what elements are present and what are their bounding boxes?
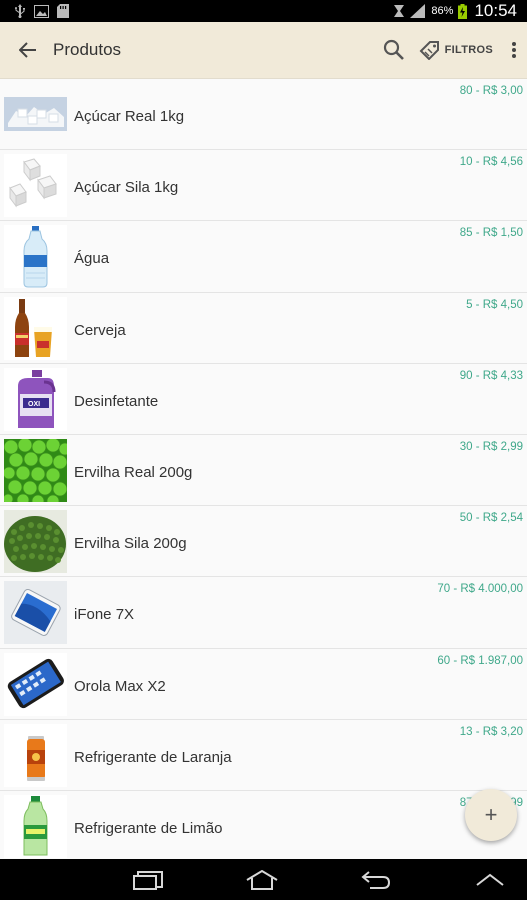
plus-icon: + bbox=[484, 802, 498, 827]
product-row[interactable]: Refrigerante de Laranja 13 - R$ 3,20 bbox=[0, 720, 527, 791]
battery-percent: 86% bbox=[431, 5, 454, 17]
arrow-left-icon bbox=[19, 42, 36, 58]
disinfectant-jug-image: OXI bbox=[4, 367, 67, 431]
add-product-button[interactable]: + bbox=[465, 789, 517, 841]
home-button[interactable] bbox=[232, 859, 292, 900]
product-name: Açúcar Real 1kg bbox=[74, 108, 185, 125]
product-name: Refrigerante de Limão bbox=[74, 819, 223, 837]
product-row[interactable]: Cerveja 5 - R$ 4,50 bbox=[0, 293, 527, 364]
product-row[interactable]: Orola Max X2 60 - R$ 1.987,00 bbox=[0, 649, 527, 720]
product-name: Orola Max X2 bbox=[74, 677, 166, 695]
product-row[interactable]: Açúcar Real 1kg 80 - R$ 3,00 bbox=[0, 79, 527, 151]
product-stock-price: 50 - R$ 2,54 bbox=[459, 512, 523, 525]
product-stock-price: 30 - R$ 2,99 bbox=[459, 440, 523, 453]
recent-apps-icon bbox=[133, 870, 163, 890]
product-stock-price: 60 - R$ 1.987,00 bbox=[437, 654, 523, 667]
back-nav-icon bbox=[361, 870, 391, 889]
overflow-menu-button[interactable] bbox=[501, 22, 527, 79]
product-stock-price: 13 - R$ 3,20 bbox=[459, 725, 523, 738]
home-icon bbox=[246, 869, 278, 890]
product-row[interactable]: Água 85 - R$ 1,50 bbox=[0, 221, 527, 293]
app-bar-actions: FILTROS bbox=[373, 22, 527, 79]
product-name: Cerveja bbox=[74, 321, 126, 339]
product-row[interactable]: OXI Desinfetante 90 - R$ 4,33 bbox=[0, 364, 527, 435]
black-smartphone-image bbox=[4, 652, 67, 716]
more-vert-icon bbox=[512, 42, 516, 58]
product-stock-price: 80 - R$ 3,00 bbox=[459, 85, 523, 97]
svg-text:OXI: OXI bbox=[28, 401, 40, 408]
search-button[interactable] bbox=[373, 22, 415, 79]
image-icon bbox=[34, 4, 49, 18]
alarm-icon bbox=[394, 5, 405, 17]
product-name: Ervilha Sila 200g bbox=[74, 535, 187, 553]
product-stock-price: 85 - R$ 1,50 bbox=[459, 227, 523, 240]
app-bar: Produtos FILTROS bbox=[0, 22, 527, 79]
clock: 10:54 bbox=[474, 1, 517, 20]
sugar-cubes-pile-image bbox=[4, 83, 67, 146]
signal-icon bbox=[410, 4, 426, 18]
product-row[interactable]: Ervilha Sila 200g 50 - R$ 2,54 bbox=[0, 506, 527, 578]
product-name: Ervilha Real 200g bbox=[74, 463, 193, 481]
product-name: Água bbox=[74, 250, 110, 268]
product-stock-price: 90 - R$ 4,33 bbox=[459, 369, 523, 382]
system-icons: 86% 10:54 bbox=[393, 1, 527, 21]
green-peas-image bbox=[4, 438, 67, 502]
page-title: Produtos bbox=[53, 40, 122, 59]
water-bottle-image bbox=[4, 225, 67, 289]
navigation-bar bbox=[0, 859, 527, 900]
product-list[interactable]: Açúcar Real 1kg 80 - R$ 3,00 Açúcar Sila… bbox=[0, 79, 527, 859]
back-nav-button[interactable] bbox=[346, 859, 406, 900]
product-row[interactable]: iFone 7X 70 - R$ 4.000,00 bbox=[0, 577, 527, 649]
chevron-up-icon bbox=[476, 873, 504, 886]
product-stock-price: 5 - R$ 4,50 bbox=[466, 298, 523, 311]
orange-soda-can-image bbox=[4, 723, 67, 787]
tag-icon bbox=[419, 41, 439, 60]
peas-bowl-image bbox=[4, 510, 67, 574]
lemon-soda-bottle-image bbox=[4, 794, 67, 858]
filters-button[interactable]: FILTROS bbox=[415, 22, 501, 79]
product-row[interactable]: Refrigerante de Limão 87 - R$ 3,99 bbox=[0, 791, 527, 859]
white-smartphone-image bbox=[4, 581, 67, 645]
product-stock-price: 70 - R$ 4.000,00 bbox=[437, 583, 523, 596]
sd-card-icon bbox=[57, 4, 69, 18]
filters-label: FILTROS bbox=[444, 44, 493, 56]
search-icon bbox=[383, 39, 404, 60]
product-name: iFone 7X bbox=[74, 606, 135, 624]
product-row[interactable]: Ervilha Real 200g 30 - R$ 2,99 bbox=[0, 435, 527, 507]
sugar-cubes-image bbox=[4, 154, 67, 218]
back-button[interactable] bbox=[0, 22, 56, 79]
product-name: Açúcar Sila 1kg bbox=[74, 179, 179, 197]
hide-keyboard-button[interactable] bbox=[460, 859, 520, 900]
usb-icon bbox=[15, 4, 25, 18]
product-stock-price: 10 - R$ 4,56 bbox=[459, 156, 523, 169]
product-row[interactable]: Açúcar Sila 1kg 10 - R$ 4,56 bbox=[0, 150, 527, 222]
beer-bottle-glass-image bbox=[4, 296, 67, 360]
product-name: Desinfetante bbox=[74, 392, 159, 410]
recent-apps-button[interactable] bbox=[118, 859, 178, 900]
status-bar: 86% 10:54 bbox=[0, 0, 527, 22]
product-name: Refrigerante de Laranja bbox=[74, 748, 232, 766]
notification-icons bbox=[0, 4, 69, 18]
battery-charging-icon bbox=[458, 3, 468, 19]
